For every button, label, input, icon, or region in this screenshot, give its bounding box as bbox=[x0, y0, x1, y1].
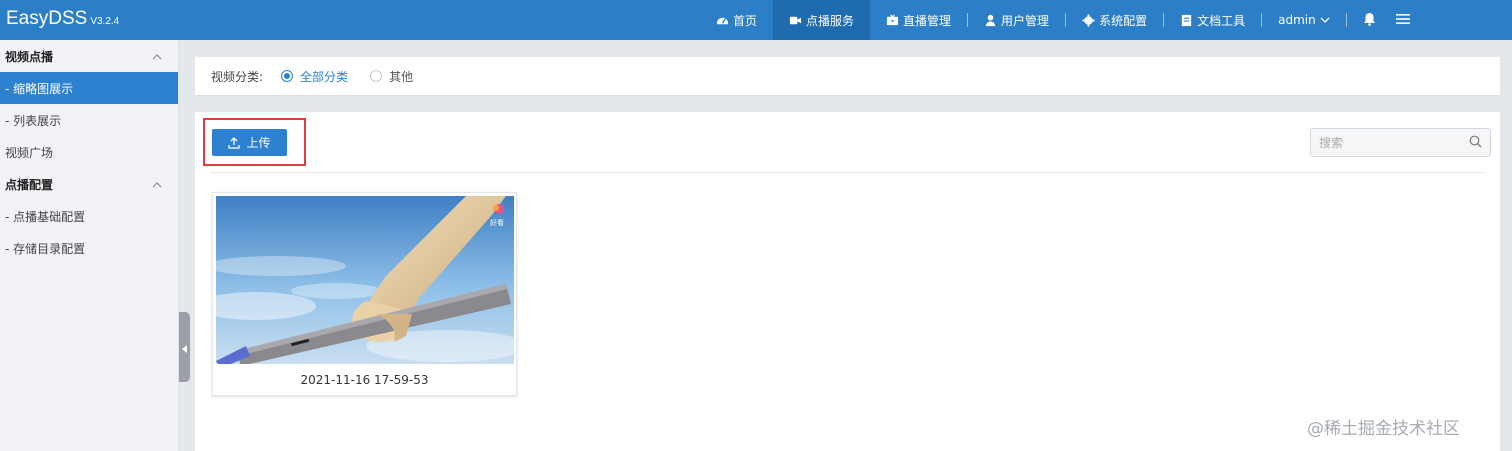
chevron-up-icon bbox=[152, 49, 162, 63]
search-icon[interactable] bbox=[1469, 135, 1482, 151]
sidebar-group-vod-config[interactable]: 点播配置 bbox=[0, 168, 178, 200]
user-icon bbox=[984, 14, 997, 27]
radio-label: 全部分类 bbox=[300, 69, 349, 84]
sidebar-item-thumbnails[interactable]: - 缩略图展示 bbox=[0, 72, 178, 104]
chevron-down-icon bbox=[1320, 13, 1330, 27]
caret-left-icon bbox=[181, 338, 188, 357]
gear-icon bbox=[1082, 13, 1095, 27]
nav-label: 用户管理 bbox=[1001, 13, 1050, 28]
sidebar-group-vod[interactable]: 视频点播 bbox=[0, 40, 178, 72]
app-name: EasyDSS bbox=[6, 8, 88, 29]
upload-label: 上传 bbox=[246, 136, 271, 150]
nav-item-home[interactable]: 首页 bbox=[700, 0, 773, 40]
hamburger-icon bbox=[1395, 13, 1410, 28]
radio-all-categories[interactable]: 全部分类 bbox=[281, 68, 348, 85]
chevron-up-icon bbox=[152, 177, 162, 191]
upload-button[interactable]: 上传 bbox=[212, 129, 287, 156]
nav-item-live[interactable]: 直播管理 bbox=[870, 0, 967, 40]
sidebar: 视频点播 - 缩略图展示 - 列表展示 视频广场 点播配置 - 点播基础配置 -… bbox=[0, 40, 179, 451]
video-title: 2021-11-16 17-59-53 bbox=[300, 373, 429, 387]
radio-dot bbox=[281, 70, 294, 82]
nav-item-vod[interactable]: 点播服务 bbox=[773, 0, 871, 40]
sidebar-group-title: 点播配置 bbox=[5, 177, 54, 192]
notifications-button[interactable] bbox=[1347, 0, 1392, 40]
divider bbox=[210, 172, 1485, 173]
nav-label: 首页 bbox=[733, 13, 758, 28]
nav-label: 文档工具 bbox=[1197, 13, 1246, 28]
nav-item-docs[interactable]: 文档工具 bbox=[1164, 0, 1261, 40]
document-icon bbox=[1180, 14, 1193, 27]
top-navbar: EasyDSS V3.2.4 首页 点播服务 直播管理 用户管理 系统配置 文档… bbox=[0, 0, 1512, 40]
user-menu[interactable]: admin bbox=[1262, 0, 1346, 40]
username: admin bbox=[1278, 13, 1316, 27]
bell-icon bbox=[1363, 12, 1376, 29]
nav-item-users[interactable]: 用户管理 bbox=[968, 0, 1065, 40]
sidebar-item-video-square[interactable]: 视频广场 bbox=[0, 136, 178, 168]
radio-other[interactable]: 其他 bbox=[370, 68, 413, 85]
upload-icon bbox=[228, 136, 241, 149]
sidebar-item-basic-config[interactable]: - 点播基础配置 bbox=[0, 200, 178, 232]
video-thumbnail[interactable]: 好看 bbox=[216, 196, 514, 364]
nav-label: 系统配置 bbox=[1099, 13, 1148, 28]
sidebar-item-storage-config[interactable]: - 存储目录配置 bbox=[0, 232, 178, 264]
menu-button[interactable] bbox=[1392, 0, 1426, 40]
nav-label: 点播服务 bbox=[806, 13, 855, 28]
live-icon bbox=[886, 14, 899, 27]
search-field bbox=[1310, 128, 1491, 157]
dashboard-icon bbox=[716, 14, 729, 27]
video-camera-icon bbox=[789, 14, 802, 27]
watermark: @稀土掘金技术社区 bbox=[1307, 419, 1460, 439]
app-version: V3.2.4 bbox=[90, 16, 120, 27]
search-input[interactable] bbox=[1319, 135, 1469, 150]
radio-label: 其他 bbox=[389, 69, 414, 84]
thumbnail-badge: 好看 bbox=[490, 218, 504, 227]
category-filter: 视频分类: 全部分类 其他 bbox=[195, 57, 1500, 96]
sidebar-collapse-handle[interactable] bbox=[179, 312, 190, 382]
sidebar-item-list[interactable]: - 列表展示 bbox=[0, 104, 178, 136]
filter-label: 视频分类: bbox=[211, 69, 264, 84]
nav-item-settings[interactable]: 系统配置 bbox=[1066, 0, 1163, 40]
main-nav: 首页 点播服务 直播管理 用户管理 系统配置 文档工具 admin bbox=[700, 0, 1426, 40]
video-panel: 上传 搜索 好看 2021-11-16 17-59-53 bbox=[195, 112, 1500, 451]
radio-dot bbox=[370, 70, 383, 82]
sidebar-group-title: 视频点播 bbox=[5, 49, 54, 64]
video-card[interactable]: 好看 2021-11-16 17-59-53 bbox=[212, 192, 517, 396]
app-logo[interactable]: EasyDSS V3.2.4 bbox=[6, 8, 119, 30]
nav-label: 直播管理 bbox=[903, 13, 952, 28]
